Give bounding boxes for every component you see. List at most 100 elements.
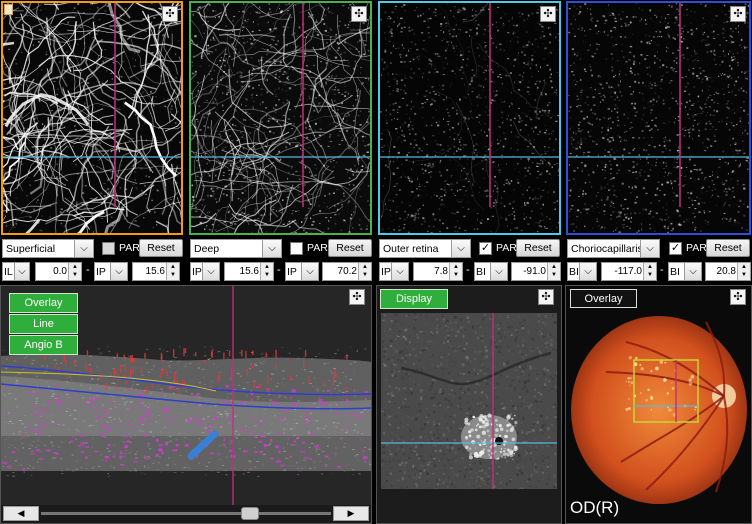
range-start-input[interactable]: 15.6 ▲ ▼ bbox=[224, 262, 274, 281]
range-start-code: IP bbox=[381, 265, 391, 278]
reset-button[interactable]: Reset bbox=[328, 239, 372, 257]
reset-button[interactable]: Reset bbox=[706, 239, 750, 257]
par-label: PAR bbox=[496, 242, 517, 254]
maximize-icon[interactable]: ✣ bbox=[730, 289, 746, 305]
range-end-input[interactable]: -91.0 ▲ ▼ bbox=[511, 262, 561, 281]
range-separator: - bbox=[86, 264, 90, 276]
par-label: PAR bbox=[686, 242, 707, 254]
range-end-code: BI bbox=[476, 265, 486, 278]
layer-select[interactable]: Outer retina ⌵ bbox=[379, 239, 471, 258]
enface-image bbox=[381, 313, 557, 489]
chevron-down-icon[interactable]: ⌵ bbox=[110, 263, 127, 280]
range-end-select[interactable]: IP ⌵ bbox=[94, 262, 128, 281]
chevron-down-icon[interactable]: ⌵ bbox=[490, 263, 507, 280]
angio-panel-deep[interactable]: ✣ bbox=[189, 1, 372, 235]
spinner-icon[interactable]: ▲ ▼ bbox=[260, 263, 273, 280]
par-checkbox[interactable] bbox=[102, 242, 115, 255]
chevron-down-icon[interactable]: ⌵ bbox=[14, 263, 29, 280]
fundus-panel[interactable]: Overlay ✣ OD(R) bbox=[565, 285, 752, 524]
scroll-track[interactable] bbox=[41, 512, 331, 515]
range-start-select[interactable]: IL ⌵ bbox=[2, 262, 30, 281]
layer-select-value: Outer retina bbox=[383, 242, 439, 255]
reset-button[interactable]: Reset bbox=[516, 239, 560, 257]
range-start-select[interactable]: IP ⌵ bbox=[190, 262, 220, 281]
corner-tab-icon bbox=[4, 4, 13, 15]
maximize-icon[interactable]: ✣ bbox=[351, 6, 367, 22]
spinner-icon[interactable]: ▲ ▼ bbox=[449, 263, 462, 280]
range-end-value: 70.2 bbox=[337, 266, 357, 277]
range-start-input[interactable]: 0.0 ▲ ▼ bbox=[35, 262, 82, 281]
overlay-button[interactable]: Overlay bbox=[9, 293, 78, 313]
layer-select-value: Choriocapillaris bbox=[571, 242, 643, 255]
par-checkbox[interactable]: ✓ bbox=[479, 242, 492, 255]
range-start-code: IL bbox=[4, 265, 13, 278]
range-end-value: -91.0 bbox=[523, 266, 546, 277]
range-end-code: IP bbox=[287, 265, 297, 278]
par-label: PAR bbox=[119, 242, 140, 254]
layer-select[interactable]: Choriocapillaris ⌵ bbox=[567, 239, 660, 258]
range-end-code: BI bbox=[670, 265, 680, 278]
range-end-select[interactable]: IP ⌵ bbox=[285, 262, 319, 281]
spinner-icon[interactable]: ▲ ▼ bbox=[547, 263, 560, 280]
scroll-right-icon[interactable]: ▶ bbox=[333, 506, 369, 521]
range-end-select[interactable]: BI ⌵ bbox=[668, 262, 702, 281]
angio-image-superficial bbox=[3, 3, 181, 233]
range-end-select[interactable]: BI ⌵ bbox=[474, 262, 508, 281]
chevron-down-icon[interactable]: ⌵ bbox=[202, 263, 219, 280]
chevron-down-icon[interactable]: ⌵ bbox=[640, 240, 659, 257]
layer-select[interactable]: Deep ⌵ bbox=[190, 239, 282, 258]
overlay-toggle[interactable]: Overlay bbox=[570, 289, 637, 308]
enface-panel[interactable]: Display ✣ bbox=[376, 285, 562, 524]
par-checkbox[interactable] bbox=[290, 242, 303, 255]
chevron-down-icon[interactable]: ⌵ bbox=[579, 263, 596, 280]
chevron-down-icon[interactable]: ⌵ bbox=[262, 240, 281, 257]
range-end-value: 20.8 bbox=[716, 266, 736, 277]
maximize-icon[interactable]: ✣ bbox=[730, 6, 746, 22]
range-start-select[interactable]: IP ⌵ bbox=[379, 262, 409, 281]
line-button[interactable]: Line bbox=[9, 314, 78, 334]
maximize-icon[interactable]: ✣ bbox=[162, 6, 178, 22]
range-start-value: 0.0 bbox=[53, 266, 67, 277]
maximize-icon[interactable]: ✣ bbox=[349, 289, 365, 305]
display-button[interactable]: Display bbox=[380, 289, 448, 309]
range-start-select[interactable]: BI ⌵ bbox=[567, 262, 597, 281]
angio-b-button[interactable]: Angio B bbox=[9, 335, 78, 355]
maximize-icon[interactable]: ✣ bbox=[538, 289, 554, 305]
spinner-icon[interactable]: ▲ ▼ bbox=[643, 263, 656, 280]
chevron-down-icon[interactable]: ⌵ bbox=[451, 240, 470, 257]
angio-panel-superficial[interactable]: ✣ bbox=[1, 1, 183, 235]
spinner-icon[interactable]: ▲ ▼ bbox=[358, 263, 371, 280]
range-start-input[interactable]: -117.0 ▲ ▼ bbox=[601, 262, 657, 281]
layer-select[interactable]: Superficial ⌵ bbox=[2, 239, 94, 258]
range-end-input[interactable]: 20.8 ▲ ▼ bbox=[705, 262, 751, 281]
chevron-down-icon[interactable]: ⌵ bbox=[301, 263, 318, 280]
layer-select-value: Deep bbox=[194, 242, 220, 255]
fundus-image bbox=[571, 316, 747, 504]
angio-image-deep bbox=[191, 3, 370, 233]
maximize-icon[interactable]: ✣ bbox=[540, 6, 556, 22]
range-start-value: -117.0 bbox=[614, 266, 642, 277]
range-start-code: IP bbox=[192, 265, 202, 278]
angio-panel-outer-retina[interactable]: ✣ bbox=[378, 1, 561, 235]
angio-panel-choriocapillaris[interactable]: ✣ bbox=[566, 1, 751, 235]
bscan-panel[interactable]: Overlay Line Angio B ✣ ◀ ▶ bbox=[0, 285, 372, 524]
horizontal-scrollbar[interactable]: ◀ ▶ bbox=[1, 505, 371, 523]
range-end-code: IP bbox=[96, 265, 106, 278]
par-checkbox[interactable]: ✓ bbox=[669, 242, 682, 255]
chevron-down-icon[interactable]: ⌵ bbox=[74, 240, 93, 257]
range-start-input[interactable]: 7.8 ▲ ▼ bbox=[413, 262, 463, 281]
spinner-icon[interactable]: ▲ ▼ bbox=[68, 263, 81, 280]
range-end-input[interactable]: 15.6 ▲ ▼ bbox=[132, 262, 180, 281]
range-separator: - bbox=[466, 264, 470, 276]
scroll-thumb[interactable] bbox=[241, 507, 259, 520]
scroll-left-icon[interactable]: ◀ bbox=[3, 506, 39, 521]
chevron-down-icon[interactable]: ⌵ bbox=[391, 263, 408, 280]
chevron-down-icon[interactable]: ⌵ bbox=[684, 263, 701, 280]
range-end-input[interactable]: 70.2 ▲ ▼ bbox=[322, 262, 372, 281]
range-separator: - bbox=[277, 264, 281, 276]
reset-button[interactable]: Reset bbox=[139, 239, 183, 257]
range-separator: - bbox=[660, 264, 664, 276]
spinner-icon[interactable]: ▲ ▼ bbox=[737, 263, 750, 280]
spinner-icon[interactable]: ▲ ▼ bbox=[166, 263, 179, 280]
angio-image-outer-retina bbox=[380, 3, 559, 233]
